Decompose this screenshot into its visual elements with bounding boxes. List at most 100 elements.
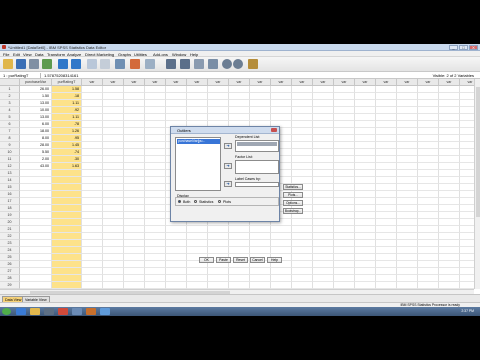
data-cell[interactable] — [313, 93, 334, 100]
data-cell[interactable] — [460, 128, 474, 135]
data-cell[interactable] — [397, 240, 418, 247]
data-cell[interactable] — [376, 219, 397, 226]
data-cell[interactable] — [124, 282, 145, 289]
data-cell[interactable] — [20, 226, 52, 233]
data-cell[interactable] — [145, 261, 166, 268]
data-cell[interactable] — [166, 268, 187, 275]
data-cell[interactable] — [166, 226, 187, 233]
data-cell[interactable] — [313, 282, 334, 289]
data-cell[interactable] — [82, 121, 103, 128]
save-icon[interactable] — [16, 59, 26, 69]
column-header[interactable]: var — [355, 79, 376, 86]
data-cell[interactable] — [52, 282, 82, 289]
data-cell[interactable] — [103, 100, 124, 107]
row-number[interactable]: 3 — [0, 100, 20, 107]
data-cell[interactable] — [124, 247, 145, 254]
data-cell[interactable] — [460, 177, 474, 184]
data-cell[interactable] — [20, 261, 52, 268]
data-cell[interactable] — [460, 247, 474, 254]
data-cell[interactable] — [355, 135, 376, 142]
data-cell[interactable] — [271, 233, 292, 240]
data-cell[interactable]: 2.00 — [20, 156, 52, 163]
data-cell[interactable] — [418, 128, 439, 135]
row-number[interactable]: 1 — [0, 86, 20, 93]
data-cell[interactable]: 1.26 — [52, 128, 82, 135]
data-cell[interactable] — [460, 282, 474, 289]
data-cell[interactable] — [439, 282, 460, 289]
column-header[interactable]: var — [229, 79, 250, 86]
data-cell[interactable] — [334, 86, 355, 93]
data-cell[interactable] — [376, 198, 397, 205]
data-cell[interactable] — [145, 226, 166, 233]
data-cell[interactable] — [418, 86, 439, 93]
data-cell[interactable] — [145, 233, 166, 240]
data-cell[interactable] — [208, 240, 229, 247]
data-cell[interactable] — [439, 240, 460, 247]
data-cell[interactable] — [418, 163, 439, 170]
row-number[interactable]: 14 — [0, 177, 20, 184]
data-cell[interactable] — [355, 86, 376, 93]
data-cell[interactable] — [82, 163, 103, 170]
data-cell[interactable] — [460, 121, 474, 128]
data-cell[interactable] — [376, 205, 397, 212]
data-cell[interactable] — [103, 240, 124, 247]
data-cell[interactable] — [292, 219, 313, 226]
data-cell[interactable] — [145, 163, 166, 170]
data-cell[interactable] — [187, 282, 208, 289]
data-cell[interactable] — [313, 100, 334, 107]
data-cell[interactable] — [271, 282, 292, 289]
data-cell[interactable] — [271, 275, 292, 282]
data-cell[interactable] — [229, 107, 250, 114]
data-cell[interactable] — [145, 219, 166, 226]
data-cell[interactable] — [418, 226, 439, 233]
data-cell[interactable] — [166, 275, 187, 282]
data-cell[interactable] — [397, 184, 418, 191]
column-header[interactable]: var — [82, 79, 103, 86]
data-cell[interactable] — [124, 177, 145, 184]
data-cell[interactable] — [145, 275, 166, 282]
data-cell[interactable] — [397, 268, 418, 275]
data-cell[interactable] — [292, 142, 313, 149]
vertical-scrollbar[interactable] — [474, 79, 480, 289]
data-cell[interactable] — [355, 212, 376, 219]
data-cell[interactable] — [145, 128, 166, 135]
data-cell[interactable] — [418, 247, 439, 254]
data-cell[interactable]: 18.00 — [20, 128, 52, 135]
data-cell[interactable] — [229, 226, 250, 233]
explorer-icon[interactable] — [30, 308, 40, 315]
data-cell[interactable] — [439, 198, 460, 205]
chart-icon[interactable] — [130, 59, 140, 69]
data-cell[interactable] — [418, 219, 439, 226]
data-cell[interactable] — [82, 268, 103, 275]
data-cell[interactable] — [418, 93, 439, 100]
column-header[interactable]: var — [313, 79, 334, 86]
data-cell[interactable] — [124, 128, 145, 135]
row-number[interactable]: 15 — [0, 184, 20, 191]
data-cell[interactable] — [313, 268, 334, 275]
data-cell[interactable] — [376, 100, 397, 107]
data-cell[interactable] — [187, 226, 208, 233]
factor-list-box[interactable] — [235, 160, 279, 174]
data-cell[interactable] — [334, 254, 355, 261]
data-cell[interactable] — [313, 149, 334, 156]
data-cell[interactable] — [397, 261, 418, 268]
data-cell[interactable] — [103, 135, 124, 142]
data-cell[interactable] — [376, 149, 397, 156]
data-cell[interactable] — [355, 226, 376, 233]
data-cell[interactable] — [397, 282, 418, 289]
dialog-recall-icon[interactable] — [42, 59, 52, 69]
reset-button[interactable]: Reset — [233, 257, 248, 263]
row-number[interactable]: 6 — [0, 121, 20, 128]
data-cell[interactable] — [460, 261, 474, 268]
data-cell[interactable] — [20, 247, 52, 254]
app-taskbar-icon[interactable] — [72, 308, 82, 315]
data-cell[interactable] — [439, 219, 460, 226]
open-icon[interactable] — [3, 59, 13, 69]
data-cell[interactable] — [166, 233, 187, 240]
data-cell[interactable] — [397, 226, 418, 233]
data-cell[interactable] — [208, 100, 229, 107]
data-cell[interactable] — [82, 93, 103, 100]
data-cell[interactable] — [439, 177, 460, 184]
column-header[interactable]: var — [208, 79, 229, 86]
data-cell[interactable] — [271, 100, 292, 107]
